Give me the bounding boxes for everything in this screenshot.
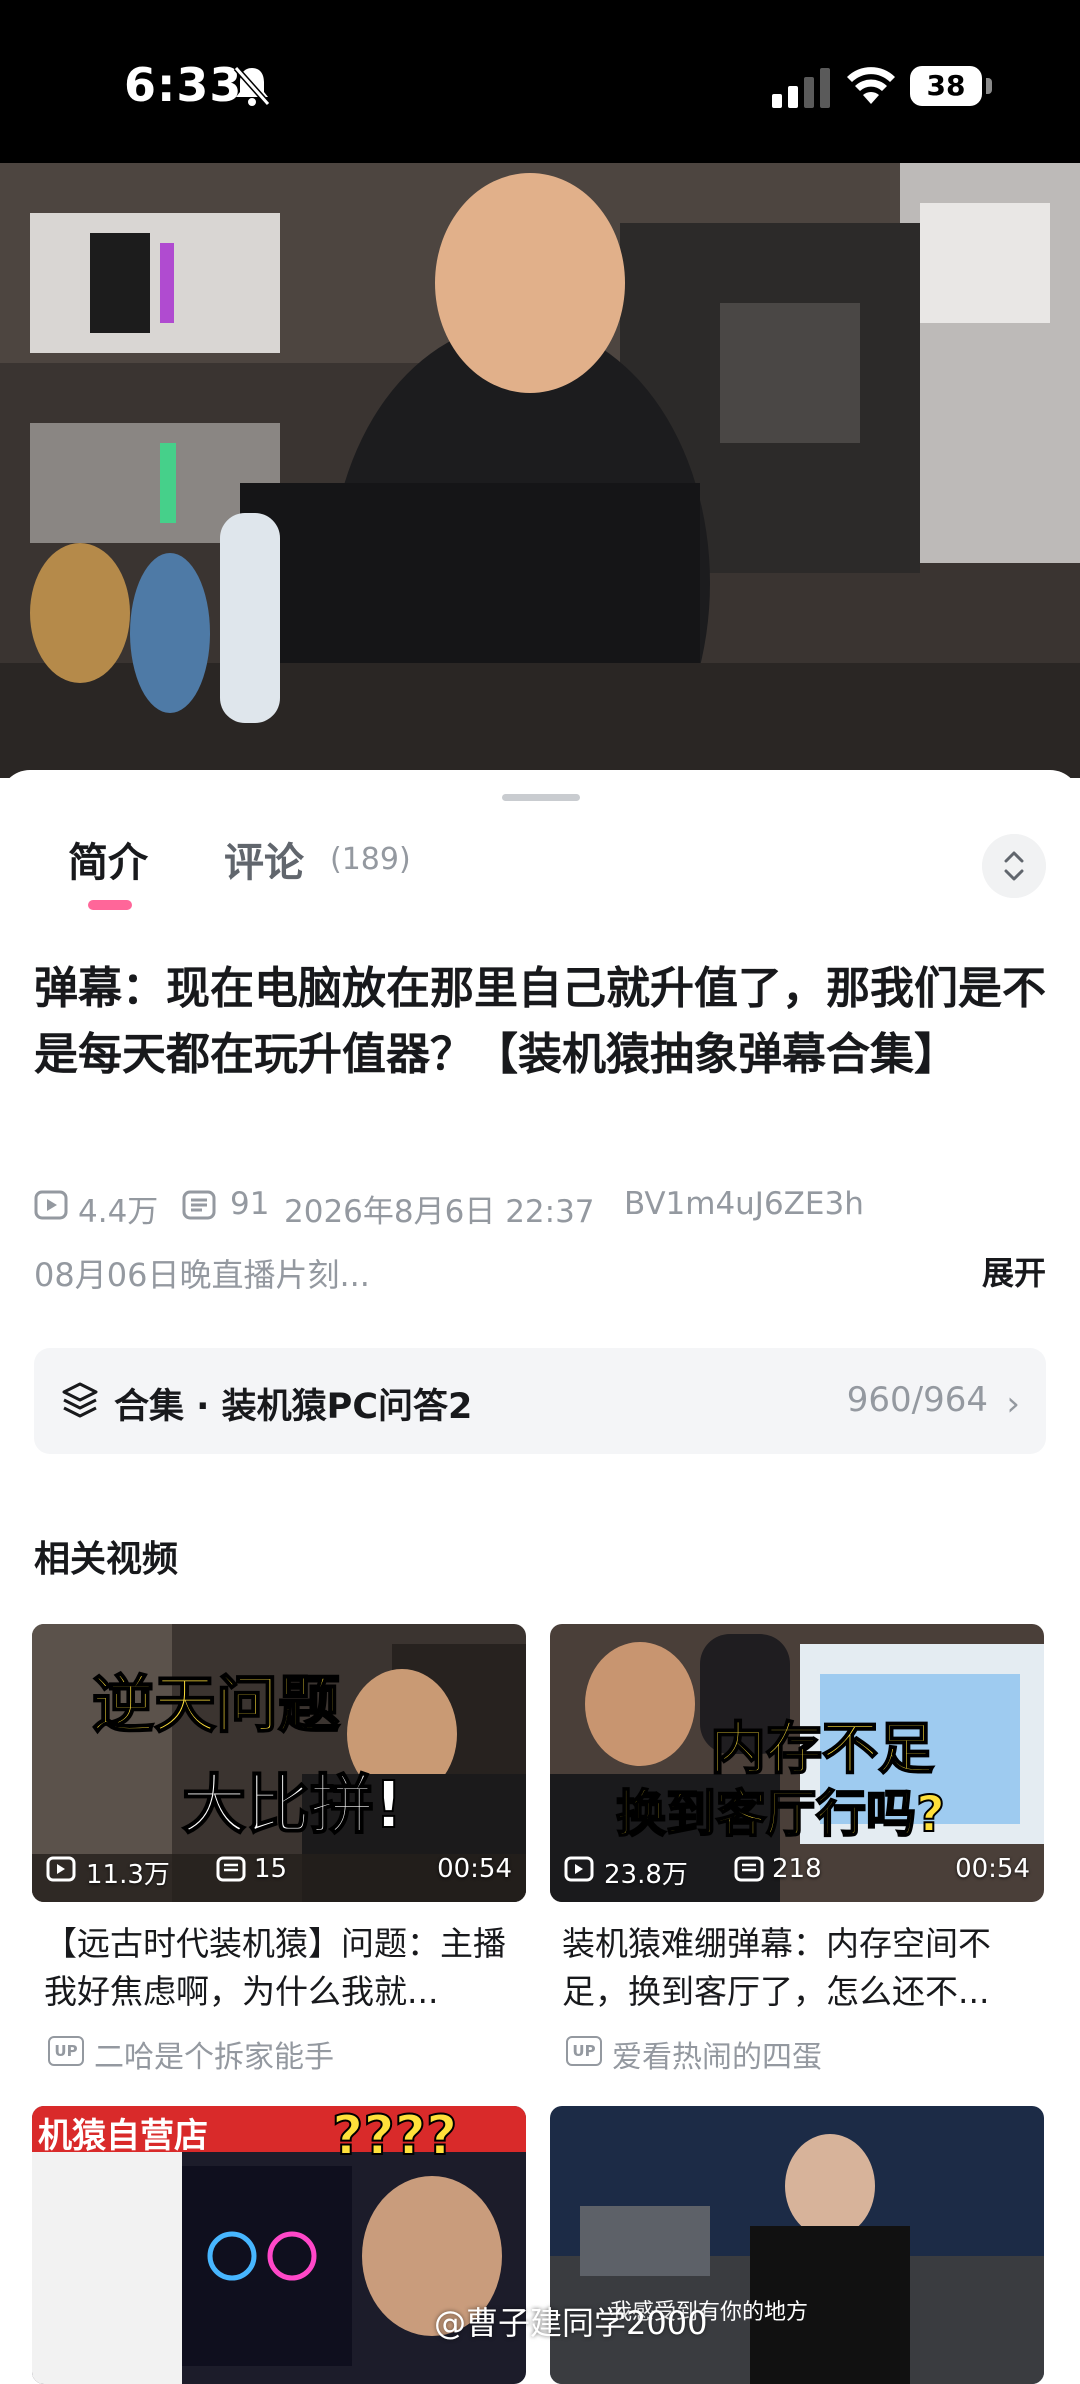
status-time: 6:33 (124, 58, 243, 112)
related-section-title: 相关视频 (34, 1539, 179, 1580)
battery-icon: 38 (910, 66, 982, 106)
danmaku-icon (734, 1856, 764, 1882)
view-count: 4.4万 (78, 1194, 159, 1230)
tab-intro[interactable]: 简介 (68, 830, 148, 888)
play-count-icon (34, 1190, 68, 1220)
related-video-title[interactable]: 装机猿难绷弹幕：内存空间不足，换到客厅了，怎么还不... (562, 1920, 1038, 2016)
video-title: 弹幕：现在电脑放在那里自己就升值了，那我们是不是每天都在玩升值器？【装机猿抽象弹… (34, 963, 1046, 1080)
thumbnail-headline: 机猿自营店 (38, 2116, 208, 2156)
thumbnail-subheadline: 大比拼! (181, 1768, 404, 1844)
duration: 00:54 (955, 1854, 1030, 1884)
play-count-icon (46, 1856, 76, 1882)
play-count-icon (564, 1856, 594, 1882)
video-description: 08月06日晚直播片刻... (34, 1256, 370, 1294)
collection-row[interactable]: 合集 · 装机猿PC问答2 960/964 › (34, 1348, 1046, 1454)
publish-date: 2026年8月6日 22:37 (284, 1194, 595, 1230)
expand-collapse-icon[interactable] (982, 834, 1046, 898)
watermark: @曹子建同学2000 (434, 2304, 708, 2342)
status-bar: 6:33 38 (0, 0, 1080, 163)
bell-slash-icon (233, 66, 271, 106)
up-badge-icon: UP (48, 2036, 84, 2066)
danmaku-count: 91 (230, 1186, 270, 1222)
related-video-card[interactable]: 内存不足 换到客厅行吗? 23.8万 218 00:54 装机猿难绷弹幕：内存空… (550, 1624, 1044, 2094)
duration: 00:54 (437, 1854, 512, 1884)
bvid: BV1m4uJ6ZE3h (624, 1186, 864, 1222)
video-player[interactable] (0, 163, 1080, 778)
wifi-icon (847, 67, 895, 104)
collection-progress: 960/964 (846, 1380, 988, 1420)
related-video-card[interactable]: 逆天问题 大比拼! 11.3万 15 00:54 【远古时代装机猿】问题：主播我… (32, 1624, 526, 2094)
author-name[interactable]: 爱看热闹的四蛋 (612, 2032, 822, 2076)
chevron-right-icon: › (1006, 1384, 1020, 1424)
danmaku-icon (216, 1856, 246, 1882)
view-count: 23.8万 (604, 1860, 688, 1890)
video-thumbnail[interactable]: 内存不足 换到客厅行吗? 23.8万 218 00:54 (550, 1624, 1044, 1902)
author-name[interactable]: 二哈是个拆家能手 (94, 2032, 334, 2076)
tab-comments-count: (189) (330, 842, 411, 877)
thumbnail-headline: 内存不足 (709, 1716, 935, 1783)
layers-icon (62, 1382, 98, 1418)
video-thumbnail[interactable]: 逆天问题 大比拼! 11.3万 15 00:54 (32, 1624, 526, 1902)
view-count: 11.3万 (86, 1860, 170, 1890)
detail-sheet: 简介 评论 (189) 弹幕：现在电脑放在那里自己就升值了，那我们是不是每天都在… (0, 770, 1080, 2384)
thumbnail-headline: 逆天问题 (91, 1667, 341, 1742)
thumbnail-subheadline: ???? (331, 2106, 458, 2168)
related-video-title[interactable]: 【远古时代装机猿】问题：主播我好焦虑啊，为什么我就... (44, 1920, 520, 2016)
danmaku-count: 15 (254, 1854, 288, 1884)
danmaku-icon (182, 1190, 216, 1220)
tab-active-indicator (88, 900, 132, 910)
tab-comments[interactable]: 评论 (224, 830, 304, 888)
danmaku-count: 218 (772, 1854, 822, 1884)
thumbnail-stats: 23.8万 218 00:54 (564, 1854, 1030, 1890)
video-frame (0, 163, 1080, 778)
expand-description-button[interactable]: 展开 (982, 1248, 1046, 1294)
thumbnail-stats: 11.3万 15 00:54 (46, 1854, 512, 1890)
sheet-drag-handle[interactable] (502, 794, 580, 801)
cellular-signal-icon (772, 68, 830, 108)
battery-tip (986, 78, 992, 94)
up-badge-icon: UP (566, 2036, 602, 2066)
thumbnail-subheadline: 换到客厅行吗? (615, 1784, 946, 1844)
collection-label: 合集 · 装机猿PC问答2 (114, 1387, 473, 1427)
